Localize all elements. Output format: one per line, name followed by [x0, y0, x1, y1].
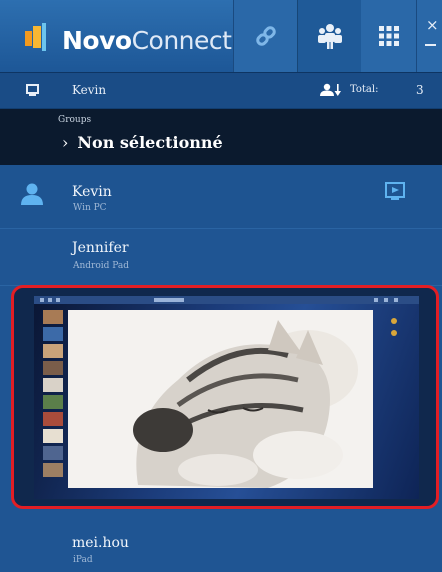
user-name: mei.hou	[72, 535, 129, 551]
link-icon	[256, 26, 276, 46]
minimize-icon[interactable]	[425, 44, 436, 46]
link-button[interactable]	[233, 0, 298, 72]
novoconnect-logo-icon	[25, 23, 46, 51]
users-tab-button[interactable]	[297, 0, 363, 72]
preview-thumbnail-strip	[43, 310, 63, 490]
group-label: Groups	[58, 115, 92, 125]
user-list: Kevin Win PC Jennifer Android Pad mei.ho…	[0, 165, 442, 572]
grid-icon	[378, 26, 399, 46]
user-row-jennifer[interactable]: Jennifer Android Pad	[0, 228, 442, 286]
user-device: Win PC	[73, 203, 107, 213]
user-count-icon	[320, 83, 341, 96]
user-name: Kevin	[72, 184, 112, 200]
current-user-name: Kevin	[72, 83, 107, 97]
users-icon	[318, 24, 342, 49]
grid-view-button[interactable]	[361, 0, 416, 72]
total-label: Total:	[350, 84, 379, 95]
shared-desktop-image	[34, 296, 419, 499]
user-row-kevin[interactable]: Kevin Win PC	[0, 165, 442, 229]
presenter-info-bar: Kevin Total: 3	[0, 73, 442, 109]
user-row-mei-hou[interactable]: mei.hou iPad	[0, 520, 442, 572]
total-count: 3	[416, 83, 424, 97]
user-device: iPad	[73, 555, 93, 565]
group-dropdown[interactable]: Non sélectionné	[62, 133, 222, 152]
user-name: Jennifer	[72, 240, 129, 256]
window-controls: ×	[416, 0, 442, 72]
user-device: Android Pad	[73, 261, 130, 271]
close-icon[interactable]: ×	[426, 16, 439, 34]
screen-preview[interactable]	[11, 285, 439, 509]
preview-window-titlebar	[34, 296, 419, 304]
group-selector[interactable]: Groups Non sélectionné	[0, 109, 442, 165]
preview-side-icons	[391, 318, 397, 342]
app-title: NovoConnect	[62, 26, 232, 55]
person-icon	[21, 183, 43, 205]
title-bar: NovoConnect ×	[0, 0, 442, 73]
presenting-icon[interactable]	[385, 181, 405, 201]
presenter-screen-icon	[26, 84, 39, 96]
kitten-photo	[68, 310, 373, 488]
